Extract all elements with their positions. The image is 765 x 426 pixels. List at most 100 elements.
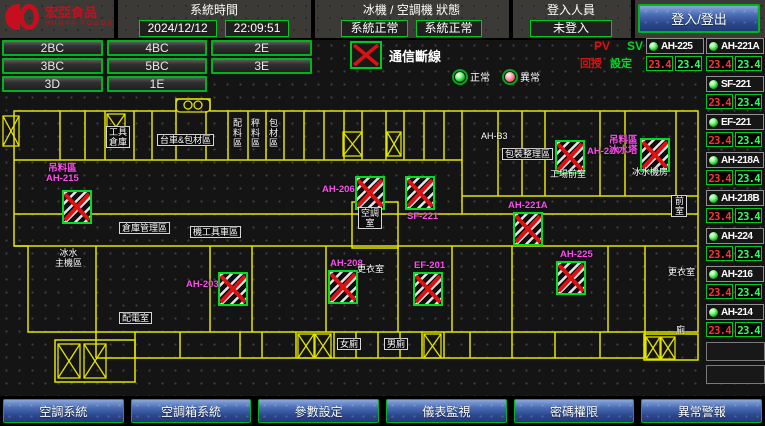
- unit-block-ah-214: AH-214 23.423.4: [706, 304, 764, 337]
- unit-values: 23.423.4: [706, 208, 764, 223]
- nav-button-4[interactable]: 儀表監視: [386, 399, 507, 423]
- floor-button-5bc[interactable]: 5BC: [107, 58, 208, 74]
- unit-block-ah-218a: AH-218A 23.423.4: [706, 152, 764, 185]
- unit-values: 23.423.4: [706, 132, 764, 147]
- status-normal-item: 正常: [454, 69, 490, 84]
- unit-name: AH-218A: [721, 155, 759, 166]
- marker-label: AH-221A: [508, 201, 548, 211]
- unit-button-ah-214[interactable]: AH-214: [706, 304, 764, 320]
- room-label: 倉庫管理區: [119, 222, 170, 234]
- unit-pv-value: 23.4: [706, 132, 733, 147]
- unit-sv-value: 23.4: [735, 56, 762, 71]
- system-time-label: 系統時間: [118, 1, 310, 18]
- brand-logo: 宏亞食品 HUNYA FOODS: [4, 3, 114, 31]
- login-section: 登入人員 未登入: [512, 0, 630, 38]
- comm-loss-marker-AH-214[interactable]: [555, 140, 585, 174]
- header: 宏亞食品 HUNYA FOODS 系統時間 2024/12/12 22:09:5…: [0, 0, 765, 40]
- brand-logo-icon: [4, 3, 40, 31]
- unit-button-ah-218a[interactable]: AH-218A: [706, 152, 764, 168]
- status-led-icon: [708, 193, 719, 204]
- unit-name: AH-214: [721, 307, 752, 318]
- unit-block-ah-225: AH-22523.423.4: [646, 38, 704, 71]
- comm-loss-marker-冰水塔[interactable]: [640, 138, 670, 172]
- marker-label: AH-214: [587, 147, 620, 157]
- unit-slot-empty: [706, 365, 765, 384]
- marker-label: EF-201: [414, 261, 445, 271]
- floor-button-1e[interactable]: 1E: [107, 76, 208, 92]
- room-label: 女廁: [337, 338, 361, 350]
- unit-values: 23.423.4: [706, 94, 764, 109]
- status-led-icon: [708, 41, 719, 52]
- status-legend: 正常 異常: [454, 69, 540, 84]
- floor-button-3bc[interactable]: 3BC: [2, 58, 103, 74]
- room-label: 包材區: [268, 118, 278, 148]
- comm-loss-marker-AH-221A[interactable]: [513, 212, 543, 246]
- unit-pv-value: 23.4: [706, 170, 733, 185]
- nav-button-5[interactable]: 密碼權限: [514, 399, 635, 423]
- comm-loss-marker-SF-221[interactable]: [405, 176, 435, 210]
- unit-block-sf-221: SF-221 23.423.4: [706, 76, 764, 109]
- sv-label: SV: [627, 39, 643, 53]
- unit-values: 23.423.4: [706, 322, 764, 337]
- unit-sv-value: 23.4: [735, 208, 762, 223]
- unit-pv-value: 23.4: [706, 94, 733, 109]
- nav-button-6[interactable]: 異常警報: [641, 399, 762, 423]
- unit-block-ah-218b: AH-218B 23.423.4: [706, 190, 764, 223]
- comm-loss-marker-AH-208[interactable]: [328, 270, 358, 304]
- status-led-icon: [708, 231, 719, 242]
- unit-name: SF-221: [721, 79, 751, 90]
- unit-block-ah-224: AH-22423.423.4: [706, 228, 764, 261]
- nav-button-3[interactable]: 參數設定: [258, 399, 379, 423]
- floor-button-3e[interactable]: 3E: [211, 58, 312, 74]
- system-date-value: 2024/12/12: [139, 20, 217, 37]
- unit-name: AH-225: [661, 41, 692, 52]
- room-label: 配料區: [232, 118, 242, 148]
- status-led-icon: [708, 307, 719, 318]
- unit-sv-value: 23.4: [675, 56, 702, 71]
- brand-name: 宏亞食品: [45, 6, 114, 20]
- status-led-icon: [708, 79, 719, 90]
- ahu-status-value: 系統正常: [416, 20, 482, 37]
- unit-values: 23.423.4: [706, 170, 764, 185]
- unit-pv-value: 23.4: [706, 208, 733, 223]
- unit-button-ah-218b[interactable]: AH-218B: [706, 190, 764, 206]
- room-label: 機工具車區: [190, 226, 241, 238]
- marker-label: AH-206: [322, 185, 355, 195]
- login-label: 登入人員: [512, 1, 630, 18]
- abnormal-label: 異常: [520, 69, 540, 84]
- unit-button-ef-221[interactable]: EF-221: [706, 114, 764, 130]
- unit-button-ah-224[interactable]: AH-224: [706, 228, 764, 244]
- unit-button-ah-216[interactable]: AH-216: [706, 266, 764, 282]
- unit-button-ah-221a[interactable]: AH-221A: [706, 38, 764, 54]
- comm-loss-marker-AH-215[interactable]: [62, 190, 92, 224]
- unit-button-sf-221[interactable]: SF-221: [706, 76, 764, 92]
- system-time-value: 22:09:51: [225, 20, 290, 37]
- login-logout-button[interactable]: 登入/登出: [638, 4, 760, 33]
- unit-name: AH-216: [721, 269, 752, 280]
- unit-block-ah-216: AH-21623.423.4: [706, 266, 764, 299]
- room-label: 冰水 主機區: [55, 248, 82, 268]
- marker-label: 吊料區 冰水塔: [609, 136, 638, 156]
- room-label: 廁: [676, 325, 685, 335]
- stairs-icon: [298, 334, 314, 358]
- comm-loss-marker-EF-201[interactable]: [413, 272, 443, 306]
- unit-button-ah-225[interactable]: AH-225: [646, 38, 704, 54]
- comm-loss-marker-AH-203[interactable]: [218, 272, 248, 306]
- status-led-icon: [648, 41, 659, 52]
- abnormal-led-icon: [504, 71, 516, 83]
- unit-pv-value: 23.4: [706, 56, 733, 71]
- nav-button-1[interactable]: 空調系統: [3, 399, 124, 423]
- system-time-section: 系統時間 2024/12/12 22:09:51: [118, 0, 310, 38]
- floor-button-2bc[interactable]: 2BC: [2, 40, 103, 56]
- unit-column-left: AH-22523.423.4: [646, 38, 704, 76]
- normal-label: 正常: [470, 69, 490, 84]
- marker-label: SF-221: [407, 212, 438, 222]
- room-label: 工具 倉庫: [106, 126, 130, 148]
- comm-loss-marker-AH-225[interactable]: [556, 261, 586, 295]
- nav-button-2[interactable]: 空調箱系統: [131, 399, 252, 423]
- floor-button-4bc[interactable]: 4BC: [107, 40, 208, 56]
- floor-button-2e[interactable]: 2E: [211, 40, 312, 56]
- comm-loss-marker-AH-206[interactable]: [355, 176, 385, 210]
- floor-button-3d[interactable]: 3D: [2, 76, 103, 92]
- feedback-label: 回授: [580, 55, 602, 71]
